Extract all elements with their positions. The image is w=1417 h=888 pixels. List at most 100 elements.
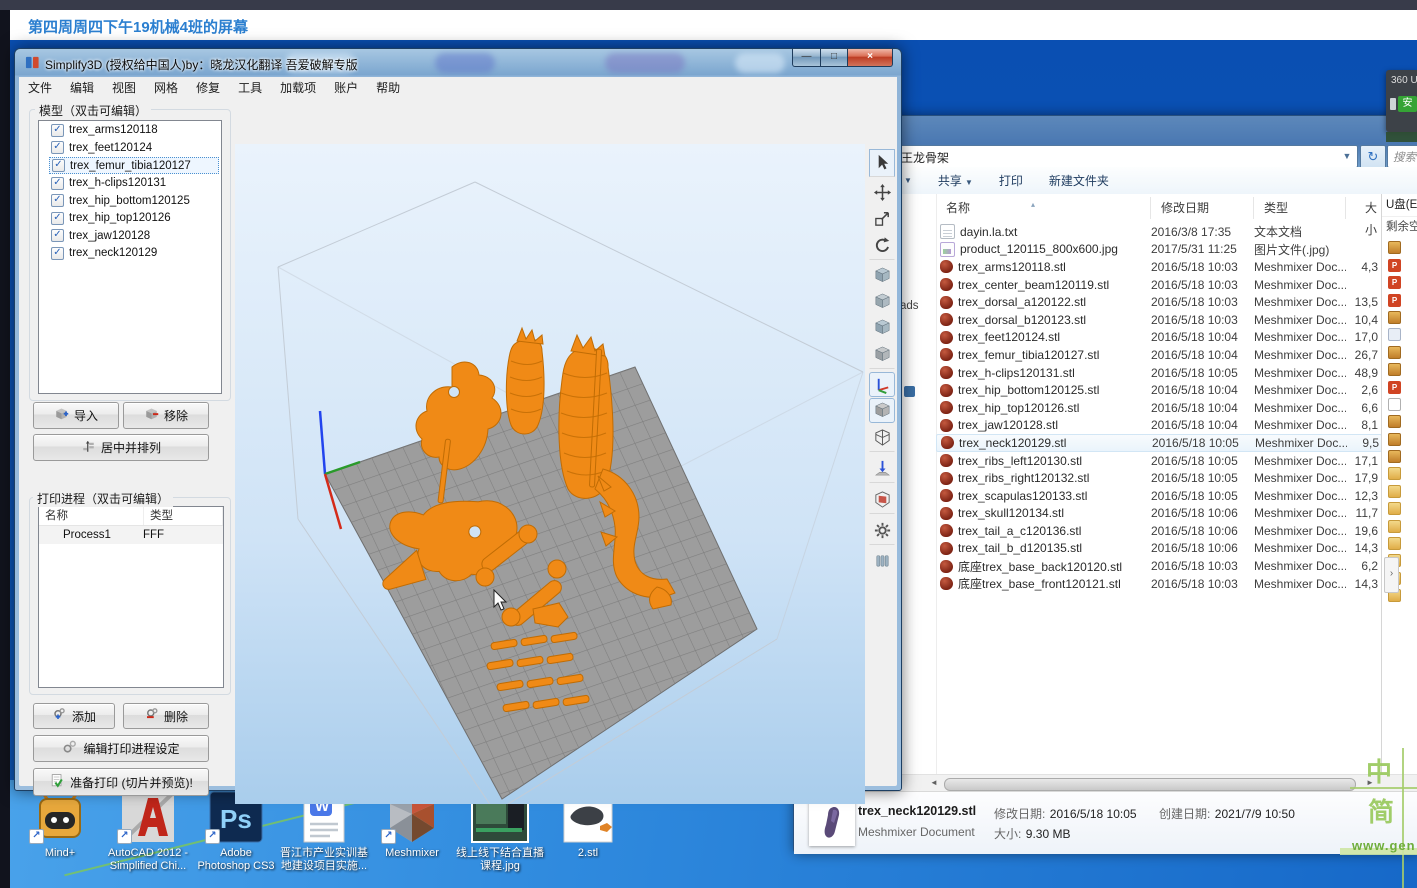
import-button[interactable]: 导入 [33,402,119,429]
ppt-icon[interactable]: P [1388,294,1401,307]
table-row[interactable]: trex_skull120134.stl2016/5/18 10:06Meshm… [936,505,1382,523]
menu-item-帮助[interactable]: 帮助 [367,79,409,96]
menu-item-账户[interactable]: 账户 [325,79,367,96]
checkbox-icon[interactable]: ✓ [51,177,64,190]
model-list-item[interactable]: ✓trex_femur_tibia120127 [49,157,219,174]
folder-media-icon[interactable] [1388,415,1401,428]
side-drive-header[interactable]: U盘(E [1382,194,1417,217]
model-list-item[interactable]: ✓trex_neck120129 [49,245,219,262]
column-header-1[interactable]: 修改日期 [1151,197,1254,219]
menu-item-网格[interactable]: 网格 [145,79,187,96]
menu-item-编辑[interactable]: 编辑 [61,79,103,96]
table-row[interactable]: trex_ribs_left120130.stl2016/5/18 10:05M… [936,452,1382,470]
new-folder-button[interactable]: 新建文件夹 [1049,172,1109,189]
checkbox-icon[interactable]: ✓ [51,124,64,137]
rotate-tool-icon[interactable] [869,232,895,260]
column-header-2[interactable]: 类型 [1254,197,1346,219]
move-tool-icon[interactable] [869,180,895,205]
folder-icon[interactable] [1388,537,1401,550]
folder-icon[interactable] [1388,467,1401,480]
table-row[interactable]: trex_center_beam120119.stl2016/5/18 10:0… [936,276,1382,294]
simplify3d-titlebar[interactable]: Simplify3D (授权给中国人)by：晓龙汉化翻译 吾爱破解专版 — □ … [15,49,901,77]
machine-settings-icon[interactable] [869,517,895,545]
add-process-button[interactable]: 添加 [33,703,115,729]
model-list-item[interactable]: ✓trex_feet120124 [49,140,219,157]
prepare-print-button[interactable]: 准备打印 (切片并预览)! [33,768,209,796]
table-row[interactable]: trex_dorsal_a120122.stl2016/5/18 10:03Me… [936,293,1382,311]
menu-item-视图[interactable]: 视图 [103,79,145,96]
folder-icon[interactable] [1388,520,1401,533]
table-row[interactable]: 底座trex_base_back120120.stl2016/5/18 10:0… [936,557,1382,575]
model-list-item[interactable]: ✓trex_arms120118 [49,122,219,139]
view-cube-1-icon[interactable] [869,263,895,288]
folder-media-icon[interactable] [1388,346,1401,359]
desktop-icon-mindplus[interactable]: ↗Mind+ [16,786,104,873]
minimize-button[interactable]: — [792,49,821,67]
checkbox-icon[interactable]: ✓ [51,141,64,154]
checkbox-icon[interactable]: ✓ [51,212,64,225]
checkbox-icon[interactable]: ✓ [51,229,64,242]
edit-process-button[interactable]: 编辑打印进程设定 [33,735,209,762]
ppt-icon[interactable]: P [1388,259,1401,272]
folder-media-icon[interactable] [1388,311,1401,324]
center-arrange-button[interactable]: 居中并排列 [33,434,209,461]
process-col-type[interactable]: 类型 [144,507,223,525]
nav-item-fragment[interactable]: ads [900,300,919,312]
solid-view-icon[interactable] [869,398,895,423]
model-vertebrae-small[interactable] [506,339,544,434]
table-row[interactable]: trex_tail_a_c120136.stl2016/5/18 10:06Me… [936,522,1382,540]
cross-section-icon[interactable] [869,486,895,514]
table-row[interactable]: trex_jaw120128.stl2016/5/18 10:04Meshmix… [936,417,1382,435]
menu-item-修复[interactable]: 修复 [187,79,229,96]
model-list-item[interactable]: ✓trex_hip_top120126 [49,210,219,227]
folder-icon[interactable] [1388,485,1401,498]
model-list-item[interactable]: ✓trex_h-clips120131 [49,175,219,192]
scale-tool-icon[interactable] [869,206,895,231]
table-row[interactable]: dayin.la.txt2016/3/8 17:35文本文档 [936,223,1382,241]
folder-media-icon[interactable] [1388,433,1401,446]
table-row[interactable]: 底座trex_base_front120121.stl2016/5/18 10:… [936,575,1382,593]
desktop-icon-autocad[interactable]: ↗AutoCAD 2012 - Simplified Chi... [104,786,192,873]
column-header-3[interactable]: 大小 [1346,197,1382,219]
table-row[interactable]: trex_arms120118.stl2016/5/18 10:03Meshmi… [936,258,1382,276]
model-list-item[interactable]: ✓trex_jaw120128 [49,228,219,245]
share-button[interactable]: 共享▼ [938,172,973,189]
ppt-icon[interactable]: P [1388,276,1401,289]
menu-item-加载项[interactable]: 加载项 [271,79,325,96]
remove-button[interactable]: 移除 [123,402,209,429]
scrollbar-thumb[interactable] [944,778,1356,791]
table-row[interactable]: trex_hip_top120126.stl2016/5/18 10:04Mes… [936,399,1382,417]
view-cube-3-icon[interactable] [869,315,895,340]
table-row[interactable]: product_120115_800x600.jpg2017/5/31 11:2… [936,241,1382,259]
table-row[interactable]: trex_h-clips120131.stl2016/5/18 10:05Mes… [936,364,1382,382]
scroll-left-icon[interactable]: ◄ [930,778,938,787]
panel-expander-button[interactable]: › [1384,557,1399,593]
checkbox-icon[interactable]: ✓ [52,159,65,172]
table-row[interactable]: trex_hip_bottom120125.stl2016/5/18 10:04… [936,381,1382,399]
process-col-name[interactable]: 名称 [39,507,144,525]
wireframe-view-icon[interactable] [869,424,895,452]
print-button[interactable]: 打印 [999,172,1023,189]
table-row[interactable]: trex_feet120124.stl2016/5/18 10:04Meshmi… [936,329,1382,347]
menu-item-工具[interactable]: 工具 [229,79,271,96]
select-tool-icon[interactable] [869,149,895,177]
folder-icon[interactable] [1388,502,1401,515]
table-row[interactable]: trex_neck120129.stl2016/5/18 10:05Meshmi… [936,434,1382,452]
menu-item-文件[interactable]: 文件 [19,79,61,96]
column-header-0[interactable]: 名称▴ [936,197,1151,219]
process-row[interactable]: Process1FFF [39,526,223,544]
ppt-icon[interactable]: P [1388,381,1401,394]
close-button[interactable]: × [848,49,893,67]
supports-icon[interactable] [869,548,895,573]
folder-media-icon[interactable] [1388,363,1401,376]
table-row[interactable]: trex_scapulas120133.stl2016/5/18 10:05Me… [936,487,1382,505]
table-row[interactable]: trex_dorsal_b120123.stl2016/5/18 10:03Me… [936,311,1382,329]
view-cube-4-icon[interactable] [869,341,895,369]
axes-toggle-icon[interactable] [869,372,895,397]
checkbox-icon[interactable]: ✓ [51,194,64,207]
delete-process-button[interactable]: 删除 [123,703,209,729]
image-icon[interactable] [1388,328,1401,341]
address-bar[interactable]: 王龙骨架 ▼ [894,145,1358,168]
table-row[interactable]: trex_tail_b_d120135.stl2016/5/18 10:06Me… [936,540,1382,558]
view-cube-2-icon[interactable] [869,289,895,314]
